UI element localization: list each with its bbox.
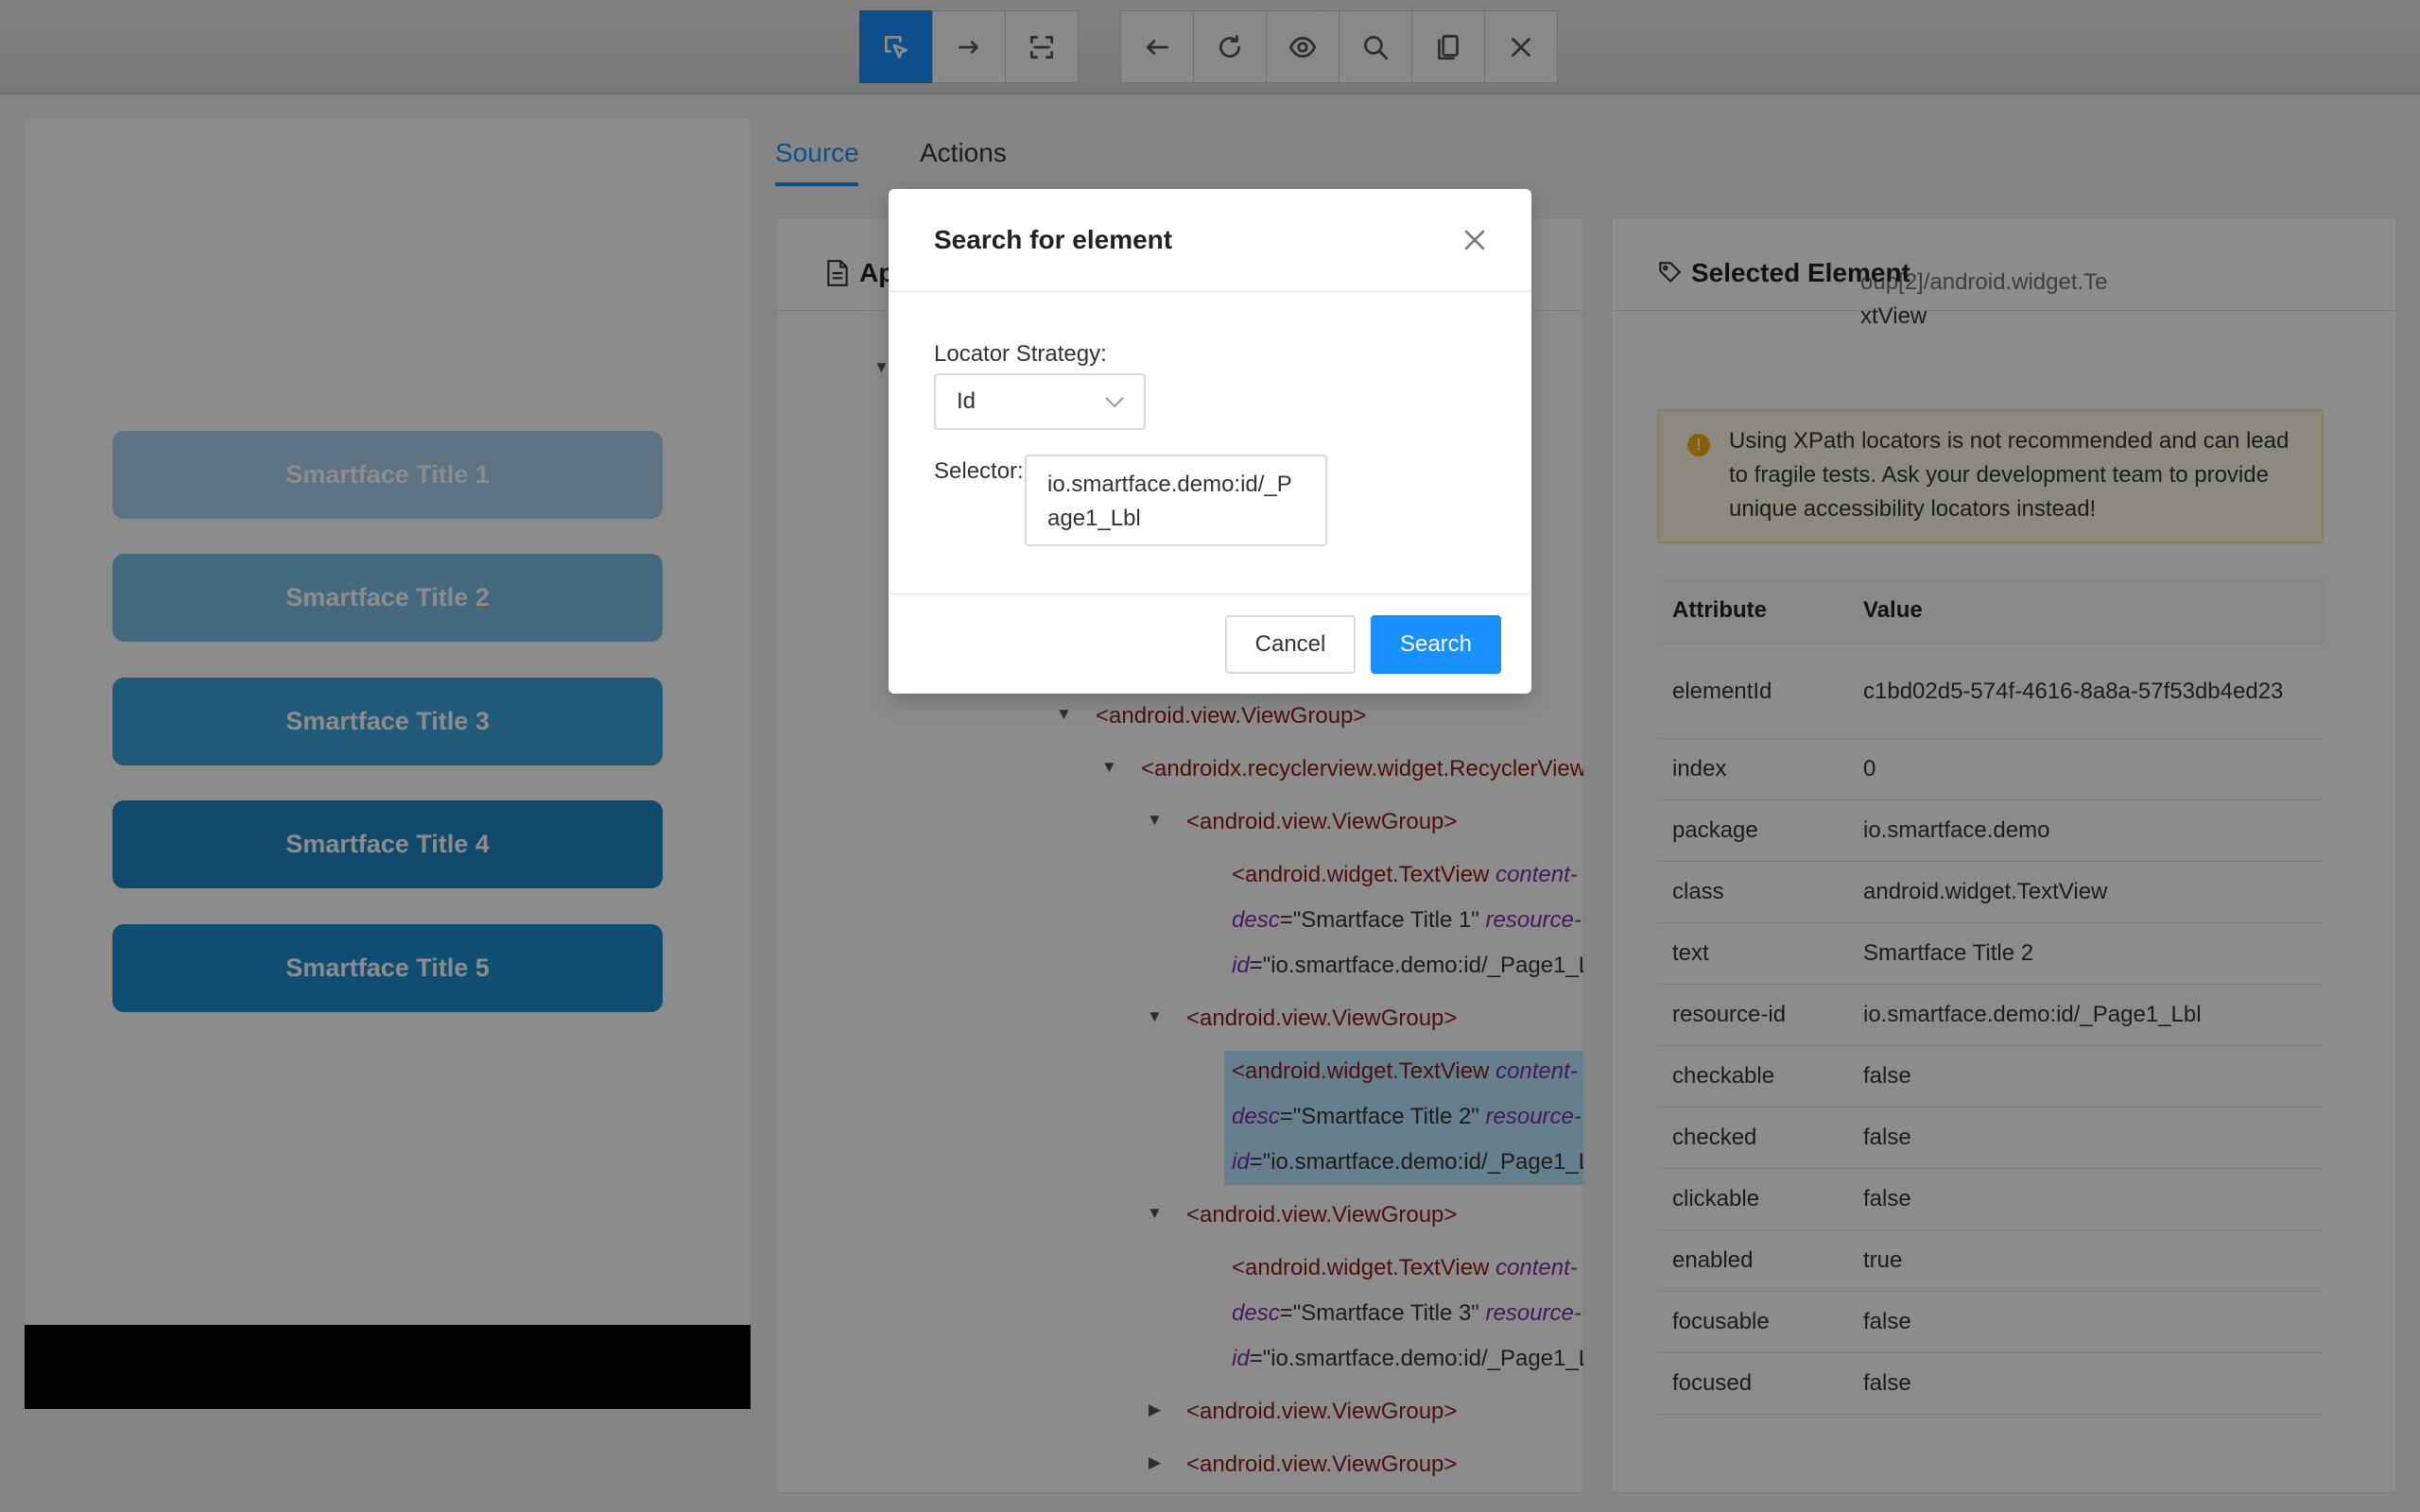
locator-strategy-label: Locator Strategy: — [934, 341, 1107, 367]
search-element-modal: Search for element Locator Strategy: Id … — [889, 189, 1531, 694]
modal-footer: Cancel Search — [889, 593, 1531, 695]
selector-label: Selector: — [934, 458, 1024, 484]
modal-close-button[interactable] — [1461, 227, 1492, 257]
close-icon — [1464, 230, 1485, 250]
chevron-down-icon — [1105, 397, 1124, 408]
modal-title: Search for element — [934, 225, 1173, 254]
locator-strategy-select[interactable]: Id — [934, 373, 1146, 430]
cancel-button[interactable]: Cancel — [1225, 615, 1356, 674]
search-button[interactable]: Search — [1371, 615, 1501, 674]
modal-header: Search for element — [889, 189, 1531, 292]
selector-input[interactable]: io.smartface.demo:id/_Page1_Lbl — [1025, 455, 1327, 546]
